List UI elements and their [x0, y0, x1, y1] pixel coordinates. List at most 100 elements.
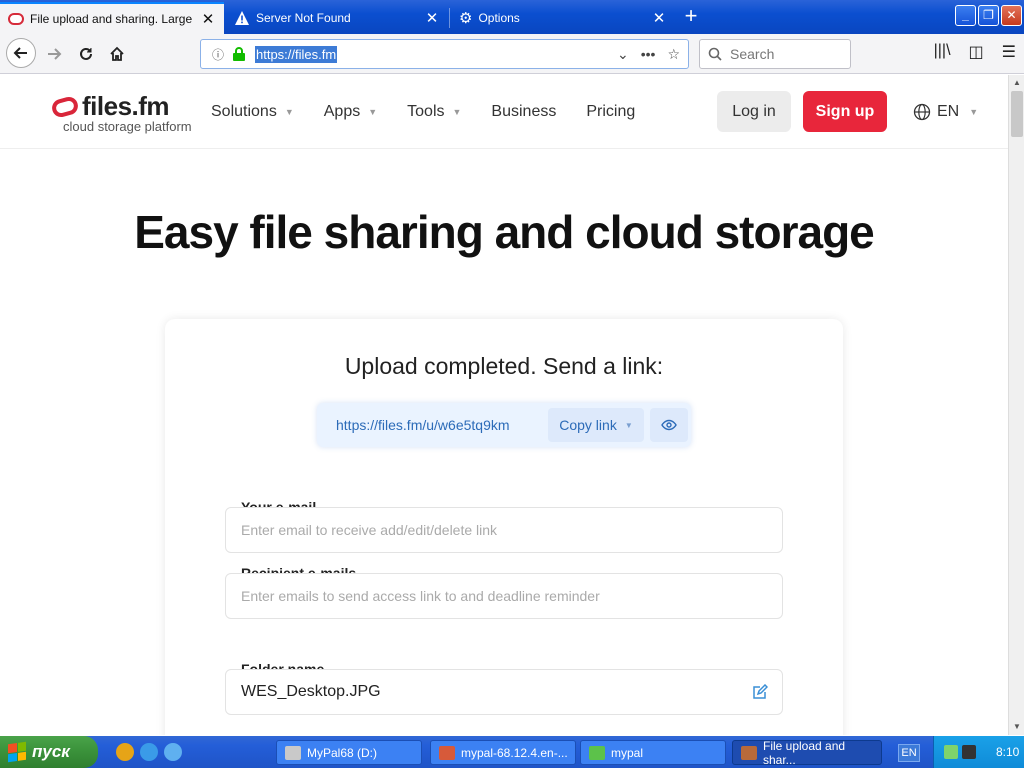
folder-name-field[interactable]: WES_Desktop.JPG	[225, 669, 783, 715]
search-box[interactable]: Search	[699, 39, 851, 69]
close-tab-icon[interactable]: ✕	[424, 9, 440, 27]
scroll-up-arrow-icon[interactable]: ▲	[1010, 76, 1024, 90]
scroll-down-arrow-icon[interactable]: ▼	[1010, 720, 1024, 734]
page-actions-icon[interactable]: •••	[641, 46, 656, 63]
browser-icon	[741, 745, 757, 760]
email-placeholder: Enter email to receive add/edit/delete l…	[241, 522, 498, 538]
archive-icon	[439, 745, 455, 760]
files-fm-logo[interactable]: files.fm cloud storage platform	[50, 91, 192, 134]
task-label: mypal	[611, 745, 644, 760]
menu-icon[interactable]: ☰	[1002, 42, 1016, 62]
recipients-field[interactable]: Enter emails to send access link to and …	[225, 573, 783, 619]
gear-icon: ⚙	[459, 10, 473, 27]
nav-business[interactable]: Business	[491, 103, 556, 121]
media-icon[interactable]	[164, 743, 182, 761]
share-link-url[interactable]: https://files.fm/u/w6e5tq9km	[336, 417, 548, 433]
window-controls: _ ❐ ✕	[955, 5, 1022, 26]
quick-launch	[116, 743, 182, 761]
task-browser-window[interactable]: File upload and shar...	[732, 739, 882, 767]
copy-link-label: Copy link	[559, 417, 617, 433]
logo-mark-icon	[50, 94, 80, 119]
search-icon	[708, 47, 722, 61]
bookmark-star-icon[interactable]: ☆	[667, 46, 680, 63]
system-tray: 8:10	[933, 736, 1024, 768]
site-header: files.fm cloud storage platform Solution…	[0, 75, 1008, 149]
copy-link-button[interactable]: Copy link ▼	[548, 408, 644, 442]
clock[interactable]: 8:10	[996, 745, 1019, 759]
search-placeholder: Search	[730, 46, 775, 62]
quick-launch-app-icon[interactable]	[116, 743, 134, 761]
navigation-toolbar: ⓘ https://files.fm ⌄ ••• ☆ Search |||\ ◫…	[0, 34, 1024, 74]
lock-icon	[233, 47, 245, 61]
caret-down-icon: ▼	[368, 107, 378, 117]
windows-logo-icon	[8, 741, 26, 763]
nav-label: Tools	[407, 103, 445, 120]
nav-label: Solutions	[211, 103, 277, 120]
nav-tools[interactable]: Tools ▼	[407, 103, 461, 121]
globe-icon	[913, 103, 931, 121]
files-fm-favicon	[8, 13, 24, 25]
page-viewport: files.fm cloud storage platform Solution…	[0, 75, 1008, 735]
language-code: EN	[937, 103, 960, 120]
start-button[interactable]: пуск	[0, 736, 98, 768]
info-icon[interactable]: ⓘ	[207, 46, 229, 63]
start-label: пуск	[32, 742, 70, 761]
logo-tagline: cloud storage platform	[63, 119, 192, 134]
tab-files-fm[interactable]: File upload and sharing. Large file t ✕	[0, 2, 224, 34]
nav-solutions[interactable]: Solutions ▼	[211, 103, 294, 121]
home-icon	[110, 46, 124, 61]
language-selector[interactable]: EN ▼	[913, 103, 978, 121]
page-scrollbar[interactable]: ▲ ▼	[1008, 75, 1024, 735]
tab-options[interactable]: ⚙ Options ✕	[451, 2, 675, 34]
tab-divider	[449, 8, 450, 28]
scroll-thumb[interactable]	[1011, 91, 1023, 137]
back-button[interactable]	[6, 38, 36, 68]
tab-title: File upload and sharing. Large file t	[30, 12, 194, 26]
new-tab-button[interactable]: +	[680, 4, 702, 30]
drive-icon	[285, 745, 301, 760]
network-icon[interactable]	[944, 745, 958, 759]
login-button[interactable]: Log in	[717, 91, 791, 132]
nav-pricing[interactable]: Pricing	[586, 103, 635, 121]
task-label: MyPal68 (D:)	[307, 745, 378, 760]
restore-button[interactable]: ❐	[978, 5, 999, 26]
logo-text: files.fm	[82, 91, 170, 121]
caret-down-icon: ▼	[284, 107, 294, 117]
tab-server-not-found[interactable]: Server Not Found ✕	[226, 2, 448, 34]
chevron-down-icon[interactable]: ⌄	[617, 46, 629, 63]
nav-label: Pricing	[586, 103, 636, 120]
url-text[interactable]: https://files.fm	[255, 45, 338, 63]
tab-title: Server Not Found	[256, 11, 351, 25]
caret-down-icon: ▼	[452, 107, 462, 117]
site-nav: Solutions ▼ Apps ▼ Tools ▼ Business Pric…	[211, 103, 665, 121]
os-taskbar: пуск MyPal68 (D:) mypal-68.12.4.en-... m…	[0, 736, 1024, 768]
preview-button[interactable]	[650, 408, 688, 442]
signup-button[interactable]: Sign up	[803, 91, 887, 132]
home-button[interactable]	[103, 40, 131, 68]
forward-button[interactable]	[40, 40, 68, 68]
share-link-box: https://files.fm/u/w6e5tq9km Copy link ▼	[317, 403, 691, 447]
task-mypal-folder[interactable]: mypal	[580, 740, 726, 765]
task-mypal68-drive[interactable]: MyPal68 (D:)	[276, 740, 422, 765]
browser-tab-bar: File upload and sharing. Large file t ✕ …	[0, 0, 1024, 34]
task-mypal-archive[interactable]: mypal-68.12.4.en-...	[430, 740, 576, 765]
reload-button[interactable]	[72, 40, 100, 68]
sidebar-icon[interactable]: ◫	[969, 42, 984, 62]
folder-name-value: WES_Desktop.JPG	[241, 683, 381, 700]
recipients-placeholder: Enter emails to send access link to and …	[241, 588, 600, 604]
keyboard-language-indicator[interactable]: EN	[898, 744, 920, 762]
email-field[interactable]: Enter email to receive add/edit/delete l…	[225, 507, 783, 553]
nav-apps[interactable]: Apps ▼	[324, 103, 377, 121]
mypal-icon	[589, 745, 605, 760]
internet-explorer-icon[interactable]	[140, 743, 158, 761]
nav-label: Apps	[323, 103, 361, 120]
monitor-icon[interactable]	[962, 745, 976, 759]
edit-icon[interactable]	[752, 684, 768, 700]
caret-down-icon: ▼	[969, 107, 979, 117]
address-bar[interactable]: ⓘ https://files.fm ⌄ ••• ☆	[200, 39, 689, 69]
close-window-button[interactable]: ✕	[1001, 5, 1022, 26]
library-icon[interactable]: |||\	[934, 42, 951, 62]
close-tab-icon[interactable]: ✕	[200, 10, 216, 28]
close-tab-icon[interactable]: ✕	[651, 9, 667, 27]
minimize-button[interactable]: _	[955, 5, 976, 26]
